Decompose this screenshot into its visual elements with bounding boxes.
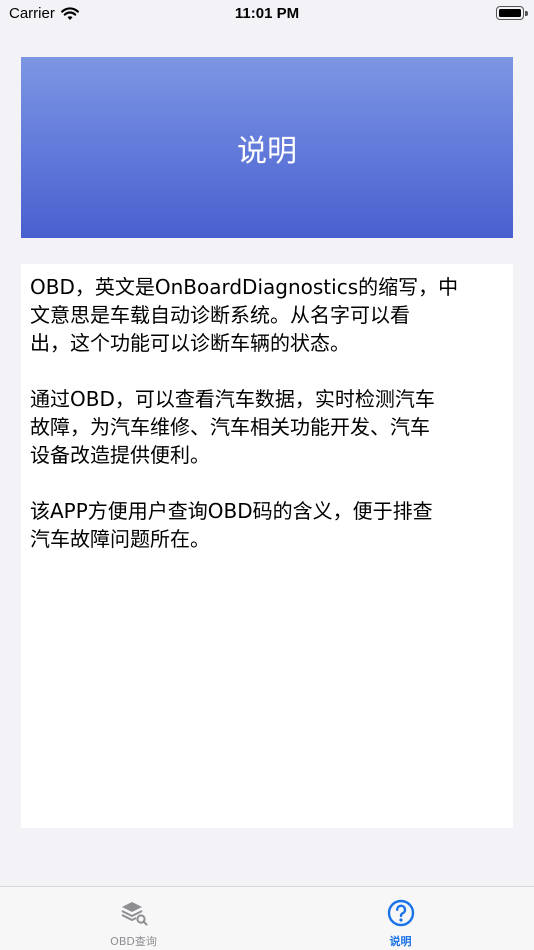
tab-obd-query[interactable]: OBD查询: [0, 887, 267, 950]
page-title: 说明: [237, 133, 297, 169]
question-circle-icon: [387, 899, 414, 927]
description-paragraph: OBD，英文是OnBoardDiagnostics的缩写，中 文意思是车载自动诊…: [30, 275, 459, 355]
layers-search-icon: [121, 902, 147, 926]
description-card: OBD，英文是OnBoardDiagnostics的缩写，中 文意思是车载自动诊…: [21, 264, 513, 828]
status-time: 11:01 PM: [234, 5, 300, 22]
description-paragraph: 通过OBD，可以查看汽车数据，实时检测汽车 故障，为汽车维修、汽车相关功能开发、…: [30, 387, 435, 467]
tab-description[interactable]: 说明: [267, 887, 534, 950]
status-bar: Carrier 11:01 PM: [0, 0, 534, 30]
header-banner: 说明: [21, 57, 513, 238]
tab-label: 说明: [389, 935, 412, 948]
tab-bar: OBD查询 说明: [0, 886, 534, 950]
battery-icon: [496, 6, 528, 20]
tab-label: OBD查询: [110, 935, 157, 948]
description-paragraph: 该APP方便用户查询OBD码的含义，便于排查 汽车故障问题所在。: [30, 499, 433, 551]
